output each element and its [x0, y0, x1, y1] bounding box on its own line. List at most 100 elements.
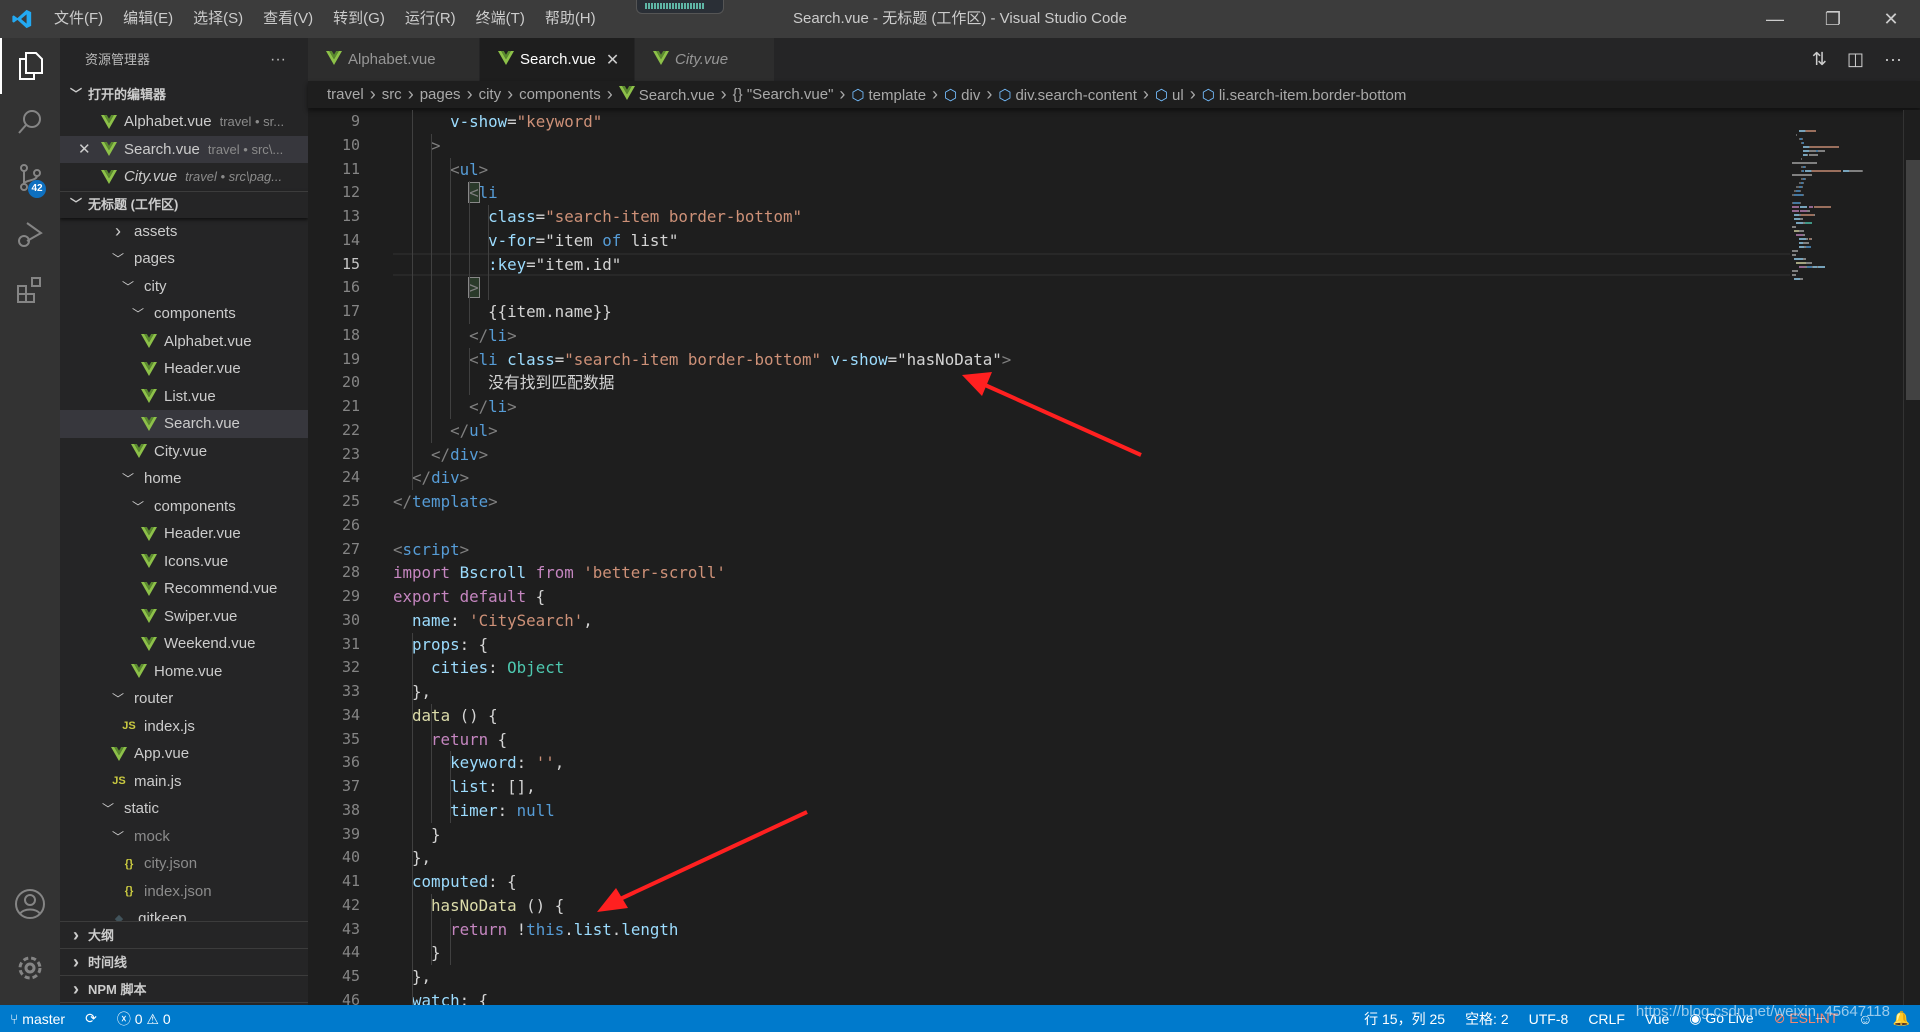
- code-line[interactable]: list: [],: [393, 775, 536, 799]
- tab-alphabet-vue[interactable]: Alphabet.vue: [308, 38, 480, 81]
- breadcrumb-item[interactable]: travel: [327, 86, 364, 103]
- code-line[interactable]: import Bscroll from 'better-scroll': [393, 561, 726, 585]
- file-item[interactable]: Alphabet.vue: [60, 328, 308, 356]
- folder-item[interactable]: ﹀ home: [60, 465, 308, 493]
- tab-close-button[interactable]: ✕: [606, 50, 619, 70]
- workspace-section-header[interactable]: ﹀ 无标题 (工作区): [60, 190, 308, 218]
- code-line[interactable]: props: {: [393, 633, 488, 657]
- go-live-button[interactable]: ◉ Go Live: [1679, 1010, 1763, 1027]
- code-line[interactable]: :key="item.id": [393, 253, 621, 277]
- code-line[interactable]: }: [393, 941, 441, 965]
- code-line[interactable]: </ul>: [393, 419, 498, 443]
- code-line[interactable]: data () {: [393, 704, 498, 728]
- problems-indicator[interactable]: ⓧ 0 ⚠ 0: [107, 1009, 181, 1029]
- collapsed-section-header[interactable]: › 大纲: [60, 922, 308, 949]
- file-item[interactable]: Weekend.vue: [60, 630, 308, 658]
- file-item[interactable]: Home.vue: [60, 658, 308, 686]
- cursor-position[interactable]: 行 15，列 25: [1354, 1009, 1455, 1029]
- file-item[interactable]: Search.vue: [60, 410, 308, 438]
- folder-item[interactable]: ﹀ static: [60, 795, 308, 823]
- code-line[interactable]: hasNoData () {: [393, 894, 564, 918]
- code-line[interactable]: <li class="search-item border-bottom" v-…: [393, 348, 1011, 372]
- code-editor[interactable]: 9 v-show="keyword" 10 >11 <ul> 12 <li 13 cl…: [308, 110, 1790, 1005]
- breadcrumb-item[interactable]: components: [519, 86, 601, 103]
- folder-item[interactable]: › assets: [60, 218, 308, 246]
- file-item[interactable]: Icons.vue: [60, 548, 308, 576]
- file-item[interactable]: App.vue: [60, 740, 308, 768]
- code-line[interactable]: {{item.name}}: [393, 300, 612, 324]
- code-line[interactable]: class="search-item border-bottom": [393, 205, 802, 229]
- code-line[interactable]: >: [393, 276, 480, 300]
- code-line[interactable]: </template>: [393, 490, 498, 514]
- minimap[interactable]: [1790, 110, 1903, 1005]
- branch-indicator[interactable]: ⑂ master: [0, 1011, 75, 1027]
- code-line[interactable]: return !this.list.length: [393, 918, 678, 942]
- search-icon[interactable]: [0, 94, 60, 150]
- code-line[interactable]: </div>: [393, 466, 469, 490]
- breadcrumb-item[interactable]: Search.vue: [618, 85, 715, 104]
- file-item[interactable]: Swiper.vue: [60, 603, 308, 631]
- notifications-bell-icon[interactable]: 🔔: [1883, 1010, 1920, 1027]
- folder-item[interactable]: ﹀ city: [60, 273, 308, 301]
- account-icon[interactable]: [0, 876, 60, 932]
- settings-gear-icon[interactable]: [0, 940, 60, 996]
- restore-button[interactable]: ❐: [1804, 0, 1862, 38]
- code-line[interactable]: return {: [393, 728, 507, 752]
- folder-item[interactable]: ﹀ router: [60, 685, 308, 713]
- breadcrumb-item[interactable]: {} "Search.vue": [733, 86, 834, 103]
- code-line[interactable]: </div>: [393, 443, 488, 467]
- more-actions-button[interactable]: ···: [270, 38, 286, 81]
- menu-item[interactable]: 终端(T): [466, 0, 535, 38]
- folder-item[interactable]: ﹀ components: [60, 300, 308, 328]
- explorer-icon[interactable]: [0, 38, 60, 94]
- sync-icon[interactable]: ⟳: [75, 1010, 107, 1027]
- menu-item[interactable]: 运行(R): [395, 0, 466, 38]
- folder-item[interactable]: ﹀ pages: [60, 245, 308, 273]
- encoding[interactable]: UTF-8: [1519, 1011, 1579, 1027]
- file-item[interactable]: Header.vue: [60, 355, 308, 383]
- source-control-icon[interactable]: 42: [0, 150, 60, 206]
- code-line[interactable]: watch: {: [393, 989, 488, 1005]
- folder-item[interactable]: ﹀ components: [60, 493, 308, 521]
- code-line[interactable]: export default {: [393, 585, 545, 609]
- breadcrumb-item[interactable]: pages: [420, 86, 461, 103]
- folder-item[interactable]: ﹀ mock: [60, 823, 308, 851]
- code-line[interactable]: cities: Object: [393, 656, 564, 680]
- split-editor-icon[interactable]: ◫: [1847, 49, 1864, 70]
- file-item[interactable]: JS index.js: [60, 713, 308, 741]
- menu-item[interactable]: 编辑(E): [113, 0, 183, 38]
- open-editor-item[interactable]: City.vue travel • src\pag...: [60, 163, 308, 191]
- file-item[interactable]: List.vue: [60, 383, 308, 411]
- menu-item[interactable]: 帮助(H): [535, 0, 606, 38]
- scrollbar-thumb[interactable]: [1906, 160, 1920, 400]
- code-line[interactable]: <script>: [393, 538, 469, 562]
- code-line[interactable]: timer: null: [393, 799, 555, 823]
- breadcrumb-item[interactable]: ⬡ template: [851, 86, 926, 104]
- more-actions-icon[interactable]: ···: [1884, 49, 1902, 70]
- line-ending[interactable]: CRLF: [1578, 1011, 1635, 1027]
- breadcrumb-item[interactable]: ⬡ ul: [1155, 86, 1184, 104]
- menu-item[interactable]: 选择(S): [183, 0, 253, 38]
- code-line[interactable]: name: 'CitySearch',: [393, 609, 593, 633]
- code-line[interactable]: }: [393, 823, 441, 847]
- run-debug-icon[interactable]: [0, 206, 60, 262]
- tab-city-vue[interactable]: City.vue: [635, 38, 775, 81]
- code-line[interactable]: <li: [393, 181, 498, 205]
- language-mode[interactable]: Vue: [1635, 1011, 1679, 1027]
- breadcrumb-item[interactable]: city: [479, 86, 502, 103]
- feedback-icon[interactable]: ☺: [1848, 1011, 1882, 1027]
- breadcrumb-item[interactable]: ⬡ li.search-item.border-bottom: [1202, 86, 1407, 104]
- collapsed-section-header[interactable]: › NPM 脚本: [60, 976, 308, 1003]
- open-editors-section-header[interactable]: ﹀ 打开的编辑器: [60, 81, 308, 108]
- file-item[interactable]: City.vue: [60, 438, 308, 466]
- minimize-button[interactable]: —: [1746, 0, 1804, 38]
- open-editor-item[interactable]: Alphabet.vue travel • sr...: [60, 108, 308, 136]
- menu-item[interactable]: 查看(V): [253, 0, 323, 38]
- open-changes-icon[interactable]: ⇅: [1812, 49, 1827, 70]
- file-item[interactable]: {} index.json: [60, 878, 308, 906]
- file-item[interactable]: Header.vue: [60, 520, 308, 548]
- menu-item[interactable]: 文件(F): [44, 0, 113, 38]
- collapsed-section-header[interactable]: › 时间线: [60, 949, 308, 976]
- breadcrumb-item[interactable]: ⬡ div: [944, 86, 980, 104]
- eslint-status[interactable]: ⊘ ESLINT: [1764, 1010, 1849, 1027]
